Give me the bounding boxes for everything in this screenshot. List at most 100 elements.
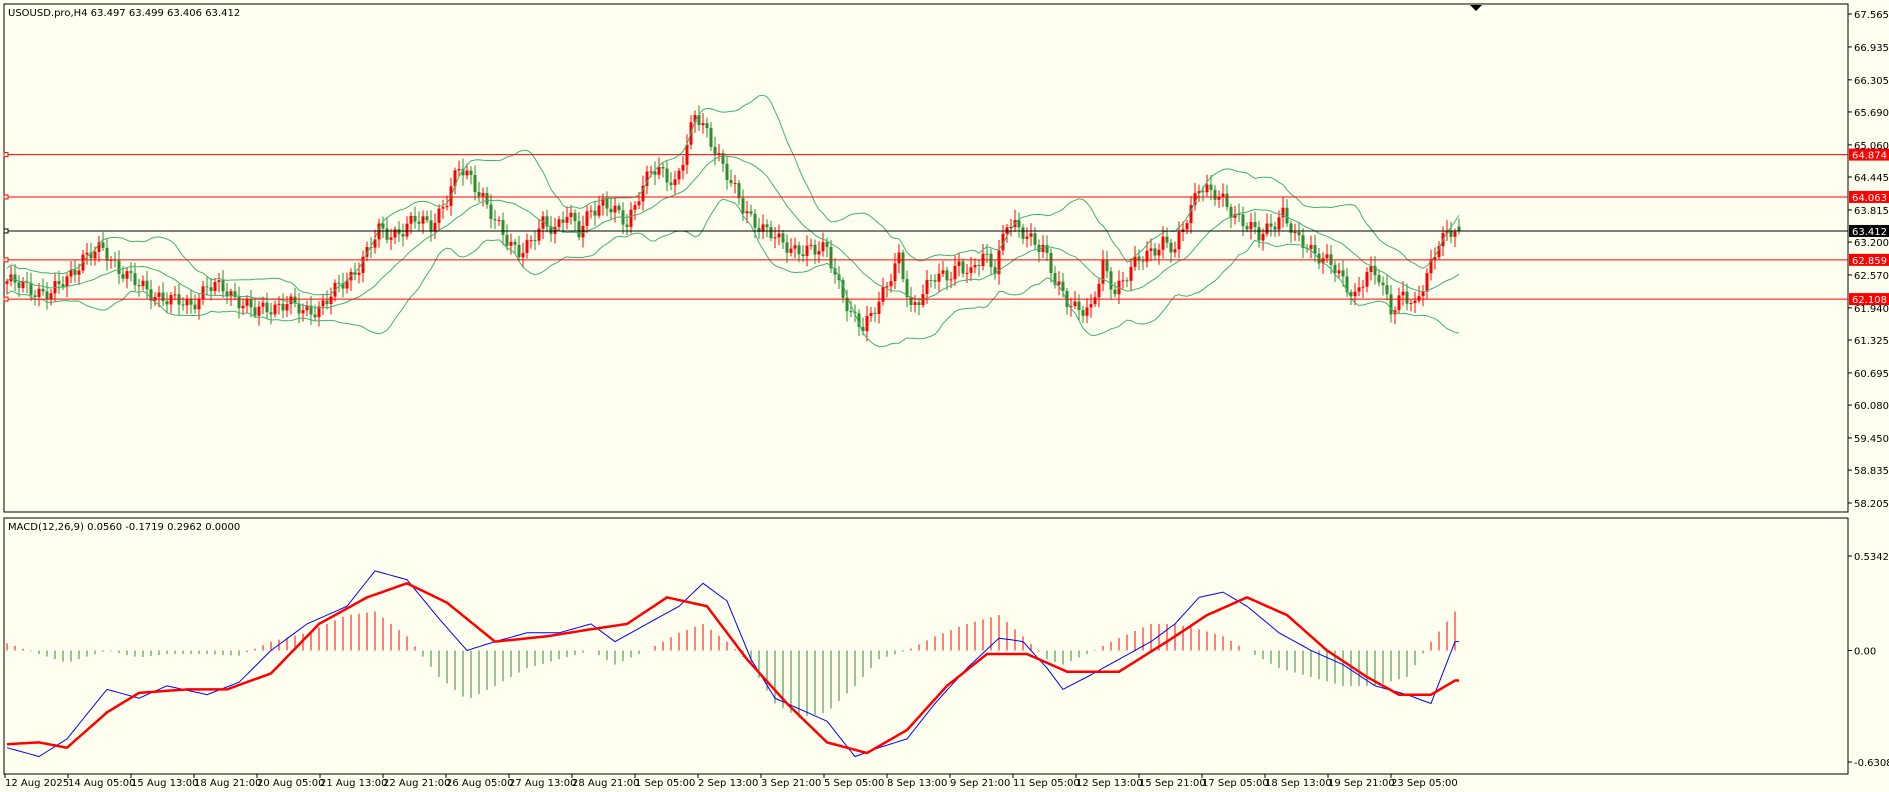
- candle-body: [1245, 226, 1249, 230]
- candle-body: [1389, 294, 1393, 315]
- candle-body: [1401, 291, 1405, 296]
- candle-body: [465, 170, 469, 176]
- candle-body: [277, 303, 281, 305]
- candle-body: [485, 193, 489, 205]
- candle-body: [521, 252, 525, 258]
- candle-body: [1241, 214, 1245, 227]
- time-tick-label: 5 Sep 05:00: [824, 778, 884, 789]
- price-tick-label: 60.695: [1854, 369, 1889, 380]
- candle-body: [45, 291, 49, 300]
- candle-body: [609, 208, 613, 213]
- candle-body: [1109, 271, 1113, 290]
- candle-body: [1073, 301, 1077, 307]
- price-tick-label: 66.935: [1854, 43, 1889, 54]
- price-tick-label: 66.305: [1854, 76, 1889, 87]
- candle-body: [917, 302, 921, 306]
- candle-body: [437, 208, 441, 223]
- candle-body: [741, 198, 745, 214]
- candle-body: [529, 240, 533, 242]
- candle-body: [1261, 233, 1265, 241]
- macd-header: MACD(12,26,9) 0.0560 -0.1719 0.2962 0.00…: [8, 522, 240, 533]
- candle-body: [1061, 281, 1065, 291]
- candle-body: [5, 281, 9, 284]
- candle-body: [1357, 287, 1361, 292]
- candle-body: [577, 221, 581, 238]
- candle-body: [213, 282, 217, 292]
- candle-body: [517, 244, 521, 258]
- candle-body: [501, 220, 505, 235]
- candle-body: [493, 218, 497, 221]
- candle-body: [325, 300, 329, 305]
- candle-body: [869, 312, 873, 317]
- price-level-2-label: 64.063: [1852, 193, 1887, 204]
- price-tick-label: 61.325: [1854, 336, 1889, 347]
- time-tick-label: 17 Sep 05:00: [1202, 778, 1269, 789]
- candle-body: [585, 211, 589, 226]
- candle-body: [197, 298, 201, 310]
- candle-body: [497, 220, 501, 222]
- candle-body: [1293, 232, 1297, 234]
- candle-body: [889, 281, 893, 287]
- candle-body: [1257, 227, 1261, 241]
- candle-body: [357, 272, 361, 275]
- candle-body: [1273, 226, 1277, 230]
- candle-body: [1085, 307, 1089, 316]
- candle-body: [817, 251, 821, 255]
- price-tick-label: 61.940: [1854, 304, 1889, 315]
- candle-body: [749, 211, 753, 214]
- candle-body: [405, 223, 409, 237]
- candle-body: [1453, 231, 1457, 237]
- candle-body: [525, 240, 529, 253]
- candle-body: [509, 241, 513, 246]
- candle-body: [273, 304, 277, 315]
- candle-body: [1309, 245, 1313, 249]
- candle-body: [665, 168, 669, 183]
- candle-body: [1253, 222, 1257, 228]
- trading-chart[interactable]: 64.87464.06362.85962.10863.412 67.56566.…: [0, 0, 1889, 792]
- candle-body: [61, 284, 65, 287]
- candle-body: [241, 305, 245, 309]
- candle-body: [1277, 217, 1281, 230]
- candle-body: [633, 205, 637, 210]
- candle-body: [985, 253, 989, 255]
- candle-body: [729, 180, 733, 184]
- candle-body: [849, 311, 853, 313]
- candle-body: [977, 264, 981, 266]
- candle-body: [1153, 248, 1157, 256]
- candle-body: [637, 201, 641, 206]
- candle-body: [253, 307, 257, 316]
- candle-body: [1313, 245, 1317, 254]
- candle-body: [1093, 297, 1097, 305]
- candle-body: [1325, 254, 1329, 259]
- candle-body: [657, 166, 661, 175]
- candle-body: [973, 264, 977, 268]
- candle-body: [289, 296, 293, 305]
- candle-body: [85, 252, 89, 255]
- candle-body: [1353, 291, 1357, 297]
- current-price-anchor: [3, 228, 9, 234]
- candle-body: [121, 273, 125, 279]
- candle-body: [137, 285, 141, 287]
- candle-body: [821, 242, 825, 252]
- candle-body: [173, 294, 177, 296]
- candle-body: [165, 301, 169, 305]
- candle-body: [1249, 222, 1253, 230]
- time-tick-label: 15 Sep 21:00: [1139, 778, 1206, 789]
- candle-body: [1025, 236, 1029, 239]
- candle-body: [209, 287, 213, 292]
- candle-body: [245, 299, 249, 306]
- candle-body: [565, 216, 569, 223]
- candle-body: [1225, 193, 1229, 207]
- candle-body: [805, 245, 809, 257]
- time-tick-label: 27 Aug 13:00: [509, 778, 576, 789]
- candle-body: [285, 304, 289, 311]
- candle-body: [409, 215, 413, 224]
- candle-body: [1377, 275, 1381, 283]
- candle-body: [1089, 304, 1093, 308]
- price-level-2-anchor: [3, 194, 9, 200]
- current-price-label: 63.412: [1852, 227, 1887, 238]
- candle-body: [1333, 264, 1337, 274]
- time-tick-label: 8 Sep 13:00: [887, 778, 947, 789]
- candle-body: [49, 293, 53, 300]
- time-tick-label: 20 Aug 05:00: [257, 778, 324, 789]
